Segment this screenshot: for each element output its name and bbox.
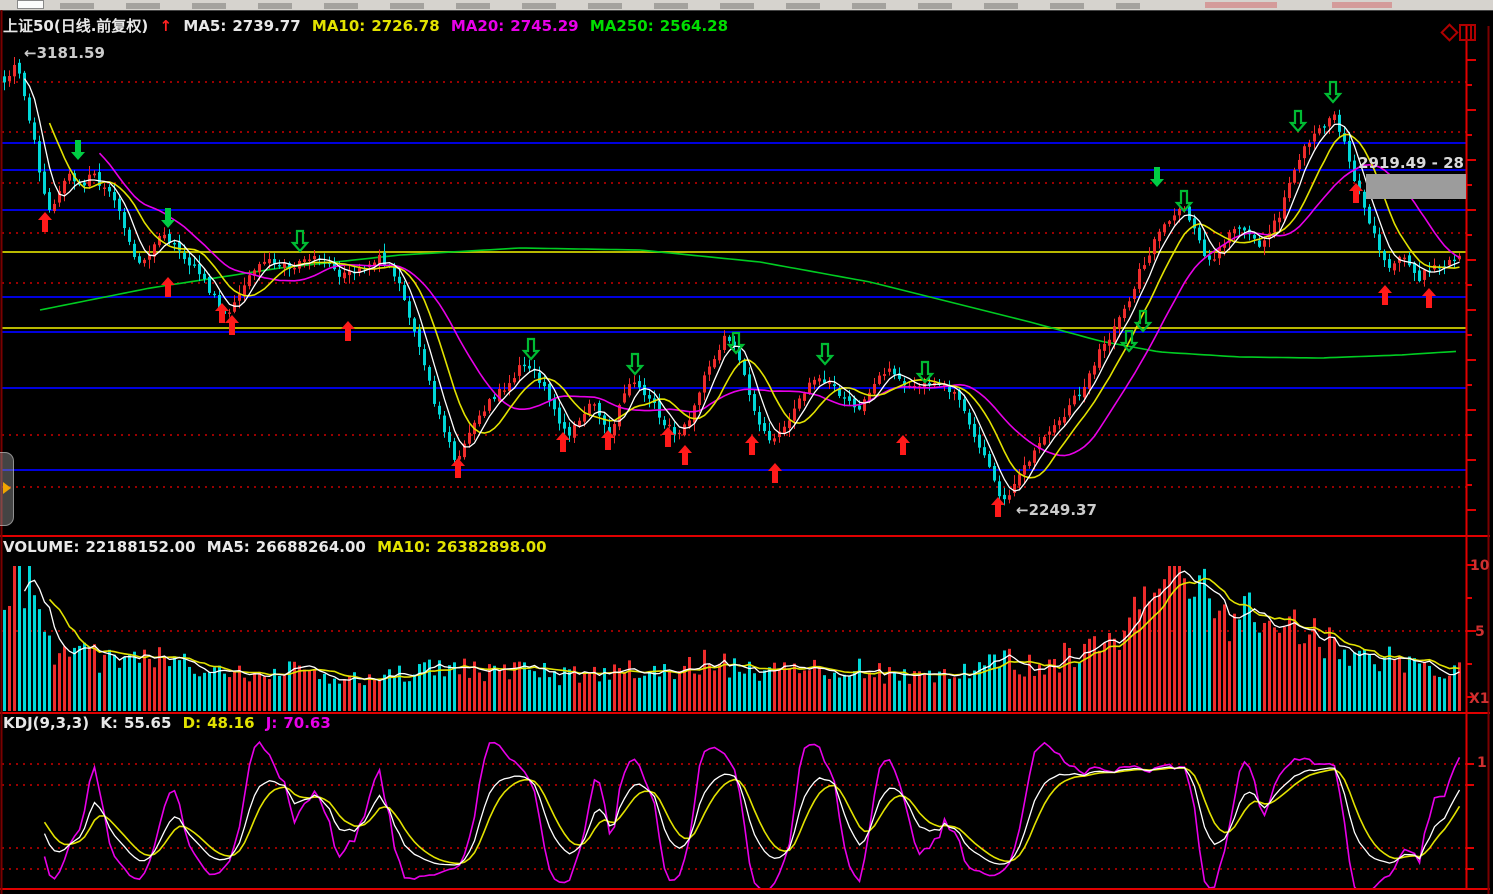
window-layout-icon[interactable] xyxy=(1459,24,1476,41)
ma10-value: 2726.78 xyxy=(371,17,440,35)
volume-axis-multiplier: X1 xyxy=(1469,691,1490,707)
volume-header: VOLUME: 22188152.00 MA5: 26688264.00 MA10:… xyxy=(3,538,553,556)
volume-ma10-label: MA10: xyxy=(377,538,431,556)
low-annotation: ←2249.37 xyxy=(1016,501,1097,519)
ma250-value: 2564.28 xyxy=(659,17,729,35)
trading-app-window: 上证50(日线.前复权) ↑ MA5: 2739.77 MA10: 2726.78 … xyxy=(0,0,1493,894)
volume-axis-label-10: 10 xyxy=(1470,558,1490,574)
volume-axis-label-5: 5 xyxy=(1475,624,1485,640)
menu-item-highlight-1[interactable] xyxy=(1205,2,1277,8)
kdj-j-label: J: xyxy=(265,714,278,732)
chart-canvas[interactable] xyxy=(0,10,1493,894)
ma10-label: MA10: xyxy=(311,17,366,35)
menu-items-cropped xyxy=(60,3,1140,9)
gap-zone xyxy=(1366,174,1466,199)
window-split-line xyxy=(1470,26,1472,39)
kdj-k-value: 55.65 xyxy=(123,714,172,732)
menu-item-highlight-2[interactable] xyxy=(1332,2,1392,8)
expand-right-icon xyxy=(3,482,11,494)
main-chart-title: 上证50(日线.前复权) ↑ MA5: 2739.77 MA10: 2726.78 … xyxy=(3,15,734,36)
kdj-k-label: K: xyxy=(100,714,118,732)
volume-label: VOLUME: xyxy=(3,538,80,556)
kdj-j-value: 70.63 xyxy=(283,714,331,732)
kdj-header: KDJ(9,3,3) K: 55.65 D: 48.16 J: 70.63 xyxy=(3,714,337,732)
symbol-label: 上证50(日线.前复权) xyxy=(3,17,149,35)
panel-expander[interactable] xyxy=(0,452,14,526)
ma5-value: 2739.77 xyxy=(232,17,301,35)
volume-ma5-value: 26688264.00 xyxy=(255,538,366,556)
trend-up-icon: ↑ xyxy=(159,17,173,35)
kdj-d-label: D: xyxy=(182,714,202,732)
ma5-label: MA5: xyxy=(183,17,227,35)
kdj-d-value: 48.16 xyxy=(207,714,255,732)
ma250-label: MA250: xyxy=(589,17,654,35)
ma20-label: MA20: xyxy=(450,17,505,35)
high-annotation: ←3181.59 xyxy=(24,44,105,62)
ma20-value: 2745.29 xyxy=(510,17,579,35)
volume-value: 22188152.00 xyxy=(85,538,196,556)
kdj-indicator-label: KDJ(9,3,3) xyxy=(3,714,90,732)
gap-annotation: 2919.49 - 28 xyxy=(1358,154,1464,172)
toolbar-button[interactable] xyxy=(17,0,44,9)
volume-ma5-label: MA5: xyxy=(206,538,250,556)
volume-ma10-value: 26382898.00 xyxy=(436,538,547,556)
kdj-axis-label-100: 1 xyxy=(1477,755,1487,771)
